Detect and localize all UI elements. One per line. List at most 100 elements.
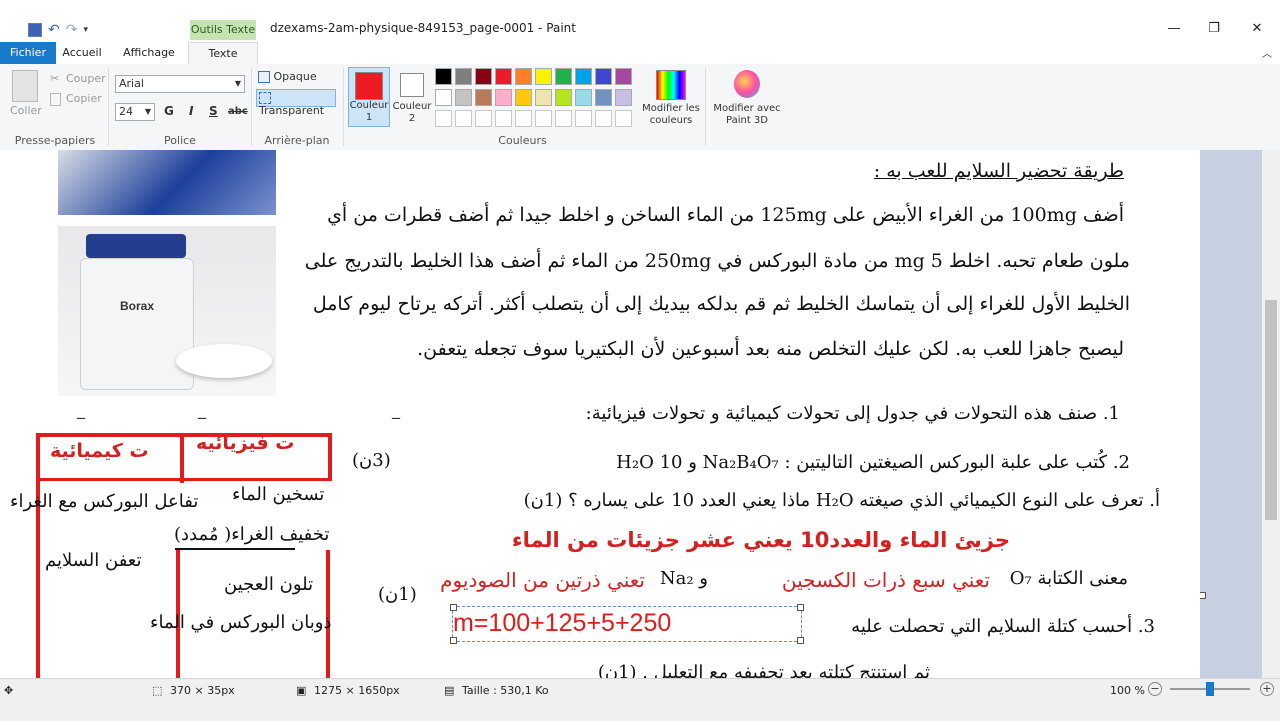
palette-swatch[interactable] [575,68,592,85]
physical-item: تخفيف الغراء( مُمدد) [174,524,330,545]
canvas-resize-handle[interactable] [1199,592,1206,599]
transparent-icon [259,92,271,104]
jar-body: Borax [80,258,194,390]
paste-icon [12,70,38,102]
color1-label: Couleur 1 [349,100,389,123]
quick-access-toolbar: ↶ ↷ ▾ [28,22,88,38]
palette-swatch[interactable] [615,89,632,106]
transparent-button[interactable]: Transparent [256,89,336,117]
borax-bowl [176,344,272,378]
palette-swatch[interactable] [435,68,452,85]
italic-button[interactable]: I [189,104,193,118]
chevron-down-icon: ▼ [234,79,241,88]
zoom-in-button[interactable]: + [1260,682,1274,696]
opaque-button[interactable]: Opaque [258,70,336,86]
table-header-chemical: ت كيميائية [50,440,149,462]
palette-swatch[interactable] [455,89,472,106]
zoom-out-button[interactable]: − [1148,682,1162,696]
file-size: Taille : 530,1 Ko [462,684,549,697]
palette-swatch[interactable] [435,89,452,106]
font-family-value: Arial [119,77,144,90]
custom-color-slot[interactable] [555,110,572,127]
copy-button[interactable]: Copier [66,92,102,105]
color2-button[interactable]: Couleur 2 [392,67,432,127]
text-box-handle[interactable] [450,637,457,644]
font-family-select[interactable]: Arial ▼ [115,75,245,93]
font-size-select[interactable]: 24 ▼ [115,103,155,121]
answer-2-sodium: تعني ذرتين من الصوديوم [440,568,645,592]
custom-color-slot[interactable] [515,110,532,127]
cut-button[interactable]: Couper [66,72,106,85]
text-box-handle[interactable] [450,604,457,611]
close-button[interactable]: ✕ [1237,20,1277,38]
chemical-item: تفاعل البوركس مع الغراء [10,491,199,512]
text-box[interactable]: m=100+125+5+250 [450,604,804,644]
palette-swatch[interactable] [475,89,492,106]
palette-swatch[interactable] [495,89,512,106]
tab-affichage[interactable]: Affichage [116,42,182,64]
color1-button[interactable]: Couleur 1 [348,67,390,127]
tab-accueil[interactable]: Accueil [56,42,108,64]
underline-button[interactable]: S [209,104,218,118]
paste-button[interactable]: Coller [10,104,42,117]
selection-size-icon: ⬚ [152,684,163,697]
palette-swatch[interactable] [535,68,552,85]
palette-swatch[interactable] [495,68,512,85]
palette-swatch[interactable] [535,89,552,106]
palette-swatch[interactable] [595,89,612,106]
palette-swatch[interactable] [555,89,572,106]
palette-swatch[interactable] [555,68,572,85]
palette-swatch[interactable] [475,68,492,85]
question-2-points: (3ن) [352,450,391,471]
edit-with-paint3d-button[interactable]: Modifier avec Paint 3D [710,103,784,127]
custom-color-slot[interactable] [455,110,472,127]
palette-swatch[interactable] [455,68,472,85]
tab-texte[interactable]: Texte [188,42,258,65]
jar-lid [86,234,186,258]
palette-swatch[interactable] [575,89,592,106]
palette-swatch[interactable] [515,89,532,106]
bold-button[interactable]: G [164,104,174,118]
custom-color-slot[interactable] [595,110,612,127]
palette-swatch[interactable] [515,68,532,85]
table-header-physical: ت فيزيائيه [196,432,295,454]
strikethrough-button[interactable]: abc [228,106,248,117]
custom-color-slot[interactable] [615,110,632,127]
zoom-slider-thumb[interactable] [1206,682,1214,696]
tab-fichier[interactable]: Fichier [0,42,56,64]
customize-qat-icon[interactable]: ▾ [83,25,88,35]
custom-color-slot[interactable] [535,110,552,127]
paragraph-line: الخليط الأول للغراء إلى أن يتماسك الخليط… [312,293,1130,315]
table-right-line [328,433,332,481]
image-size: 1275 × 1650px [314,684,400,697]
question-4-partial: ثم استنتج كتلته بعد تجفيفه مع التعليل . … [597,662,930,678]
undo-icon[interactable]: ↶ [48,22,60,38]
redo-icon[interactable]: ↷ [66,22,78,38]
vertical-scrollbar[interactable] [1262,150,1280,678]
palette-swatch[interactable] [615,68,632,85]
edit-colors-icon [656,70,686,100]
edit-colors-button[interactable]: Modifier les couleurs [640,103,702,127]
copy-icon [50,93,61,106]
text-box-handle[interactable] [797,637,804,644]
dash-mark: _ [77,400,85,419]
save-icon[interactable] [28,23,42,37]
image-size-icon: ▣ [296,684,307,697]
custom-color-slot[interactable] [495,110,512,127]
maximize-button[interactable]: ❐ [1194,20,1234,38]
custom-color-slot[interactable] [575,110,592,127]
document-image[interactable]: Borax طريقة تحضير السلايم للعب به : أضف … [0,150,1200,678]
minimize-button[interactable]: — [1154,20,1194,38]
dash-mark: _ [198,400,206,419]
color2-swatch [400,73,424,97]
scrollbar-thumb[interactable] [1265,300,1277,520]
collapse-ribbon-icon[interactable]: ︿ [1262,45,1272,60]
transparent-label: Transparent [259,104,325,117]
custom-color-slot[interactable] [435,110,452,127]
opaque-label: Opaque [273,70,317,83]
palette-swatch[interactable] [595,68,612,85]
custom-color-slot[interactable] [475,110,492,127]
text-box-handle[interactable] [797,604,804,611]
underline-mark [175,548,295,550]
text-box-content: m=100+125+5+250 [453,609,672,637]
